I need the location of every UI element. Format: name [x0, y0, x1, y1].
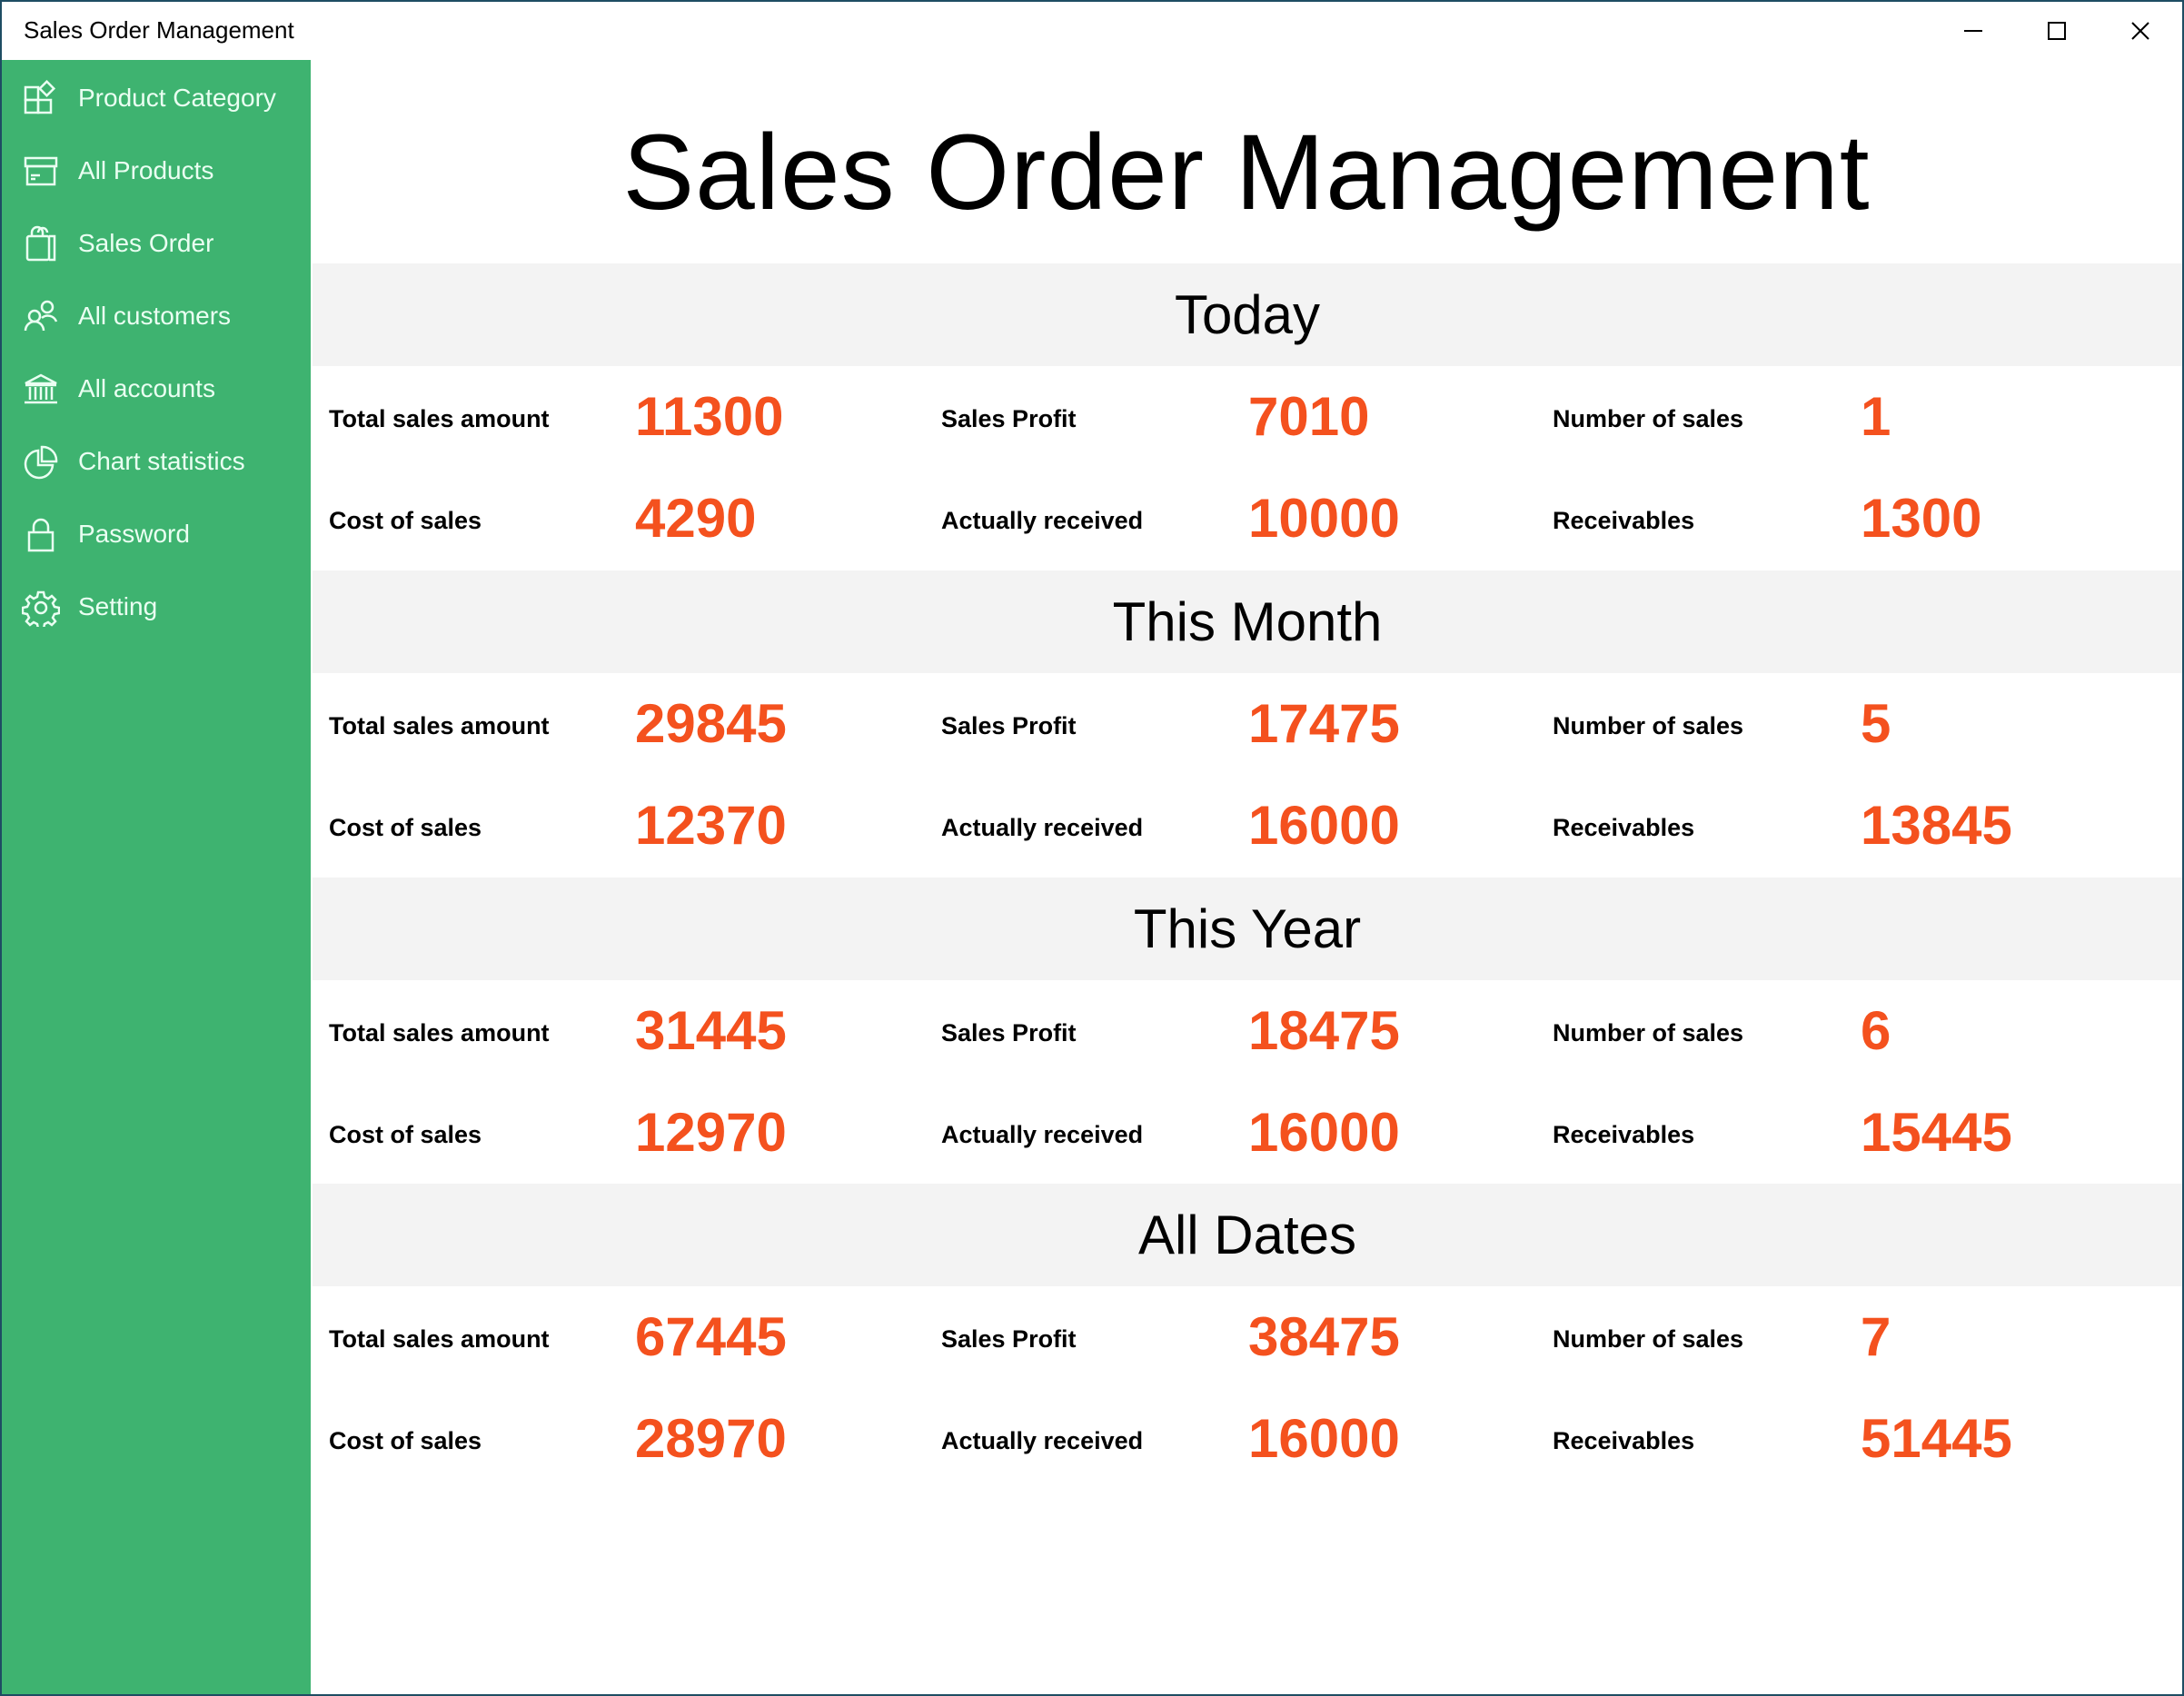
number-of-sales-label: Number of sales	[1553, 1019, 1744, 1046]
sidebar: Product Category All Products Sales Orde…	[2, 60, 311, 1694]
sidebar-item-label: All customers	[78, 302, 232, 330]
sidebar-item-label: All accounts	[78, 374, 215, 402]
actually-received-value: 16000	[1248, 795, 1400, 856]
window-title: Sales Order Management	[24, 16, 294, 44]
receivables-label: Receivables	[1553, 507, 1695, 534]
cost-of-sales-label: Cost of sales	[329, 507, 482, 534]
actually-received-value: 16000	[1248, 1102, 1400, 1163]
section-header-this-month: This Month	[313, 570, 2182, 673]
sales-profit-label: Sales Profit	[941, 1325, 1077, 1353]
sidebar-item-all-customers[interactable]: All customers	[2, 280, 311, 352]
number-of-sales-label: Number of sales	[1553, 405, 1744, 432]
gear-icon	[22, 589, 60, 627]
sales-profit-value: 38475	[1248, 1306, 1400, 1367]
number-of-sales-value: 7	[1861, 1306, 1891, 1367]
section-header-this-year: This Year	[313, 878, 2182, 980]
sidebar-item-all-products[interactable]: All Products	[2, 134, 311, 207]
sidebar-item-setting[interactable]: Setting	[2, 570, 311, 643]
sidebar-item-product-category[interactable]: Product Category	[2, 62, 311, 134]
number-of-sales-value: 1	[1861, 386, 1891, 447]
minimize-button[interactable]	[1931, 2, 2015, 60]
sidebar-item-label: Product Category	[78, 84, 276, 112]
actually-received-value: 16000	[1248, 1408, 1400, 1469]
section-header-all-dates: All Dates	[313, 1184, 2182, 1286]
section-title: This Year	[1133, 898, 1362, 959]
pie-chart-icon	[22, 443, 60, 481]
actually-received-label: Actually received	[941, 814, 1144, 841]
sidebar-item-label: Setting	[78, 592, 158, 620]
number-of-sales-label: Number of sales	[1553, 1325, 1744, 1353]
sidebar-item-password[interactable]: Password	[2, 498, 311, 570]
cost-of-sales-value: 4290	[635, 488, 757, 549]
total-sales-amount-label: Total sales amount	[329, 1325, 550, 1353]
cost-of-sales-label: Cost of sales	[329, 1427, 482, 1454]
number-of-sales-label: Number of sales	[1553, 712, 1744, 739]
title-bar: Sales Order Management	[2, 2, 2182, 60]
receivables-value: 13845	[1861, 795, 2012, 856]
number-of-sales-value: 6	[1861, 1000, 1891, 1061]
total-sales-amount-label: Total sales amount	[329, 405, 550, 432]
sidebar-item-label: All Products	[78, 156, 214, 184]
people-icon	[22, 298, 60, 336]
sales-profit-label: Sales Profit	[941, 712, 1077, 739]
category-icon	[22, 80, 60, 118]
cost-of-sales-value: 12970	[635, 1102, 787, 1163]
total-sales-amount-value: 11300	[635, 386, 784, 447]
sales-profit-value: 17475	[1248, 693, 1400, 754]
cost-of-sales-label: Cost of sales	[329, 814, 482, 841]
section-title: All Dates	[1137, 1205, 1357, 1265]
section-title: This Month	[1112, 591, 1383, 652]
cost-of-sales-value: 12370	[635, 795, 787, 856]
total-sales-amount-label: Total sales amount	[329, 712, 550, 739]
maximize-button[interactable]	[2015, 2, 2099, 60]
receivables-label: Receivables	[1553, 1121, 1695, 1148]
archive-box-icon	[22, 153, 60, 191]
sidebar-item-label: Chart statistics	[78, 447, 245, 475]
sidebar-item-chart-statistics[interactable]: Chart statistics	[2, 425, 311, 498]
sales-profit-label: Sales Profit	[941, 405, 1077, 432]
close-button[interactable]	[2099, 2, 2182, 60]
receivables-label: Receivables	[1553, 814, 1695, 841]
sidebar-item-label: Password	[78, 520, 190, 548]
dashboard: Sales Order Management Today Total sales…	[311, 60, 2182, 1694]
shopping-bag-icon	[22, 225, 60, 263]
sidebar-item-sales-order[interactable]: Sales Order	[2, 207, 311, 280]
cost-of-sales-label: Cost of sales	[329, 1121, 482, 1148]
bank-icon	[22, 371, 60, 409]
actually-received-label: Actually received	[941, 507, 1144, 534]
minimize-icon	[1964, 30, 1982, 32]
receivables-value: 1300	[1861, 488, 1982, 549]
sales-profit-value: 7010	[1248, 386, 1370, 447]
section-header-today: Today	[313, 263, 2182, 366]
number-of-sales-value: 5	[1861, 693, 1891, 754]
actually-received-value: 10000	[1248, 488, 1400, 549]
cost-of-sales-value: 28970	[635, 1408, 787, 1469]
total-sales-amount-value: 67445	[635, 1306, 787, 1367]
lock-icon	[22, 516, 60, 554]
app-window: Sales Order Management Product Category	[2, 2, 2182, 1694]
actually-received-label: Actually received	[941, 1121, 1144, 1148]
sidebar-item-label: Sales Order	[78, 229, 214, 257]
receivables-label: Receivables	[1553, 1427, 1695, 1454]
receivables-value: 51445	[1861, 1408, 2012, 1469]
sales-profit-label: Sales Profit	[941, 1019, 1077, 1046]
total-sales-amount-value: 31445	[635, 1000, 787, 1061]
section-title: Today	[1174, 284, 1321, 345]
sidebar-item-all-accounts[interactable]: All accounts	[2, 352, 311, 425]
receivables-value: 15445	[1861, 1102, 2012, 1163]
close-icon	[2131, 22, 2149, 40]
sales-profit-value: 18475	[1248, 1000, 1400, 1061]
maximize-icon	[2048, 22, 2066, 40]
page-title: Sales Order Management	[622, 113, 1871, 233]
total-sales-amount-label: Total sales amount	[329, 1019, 550, 1046]
total-sales-amount-value: 29845	[635, 693, 787, 754]
actually-received-label: Actually received	[941, 1427, 1144, 1454]
